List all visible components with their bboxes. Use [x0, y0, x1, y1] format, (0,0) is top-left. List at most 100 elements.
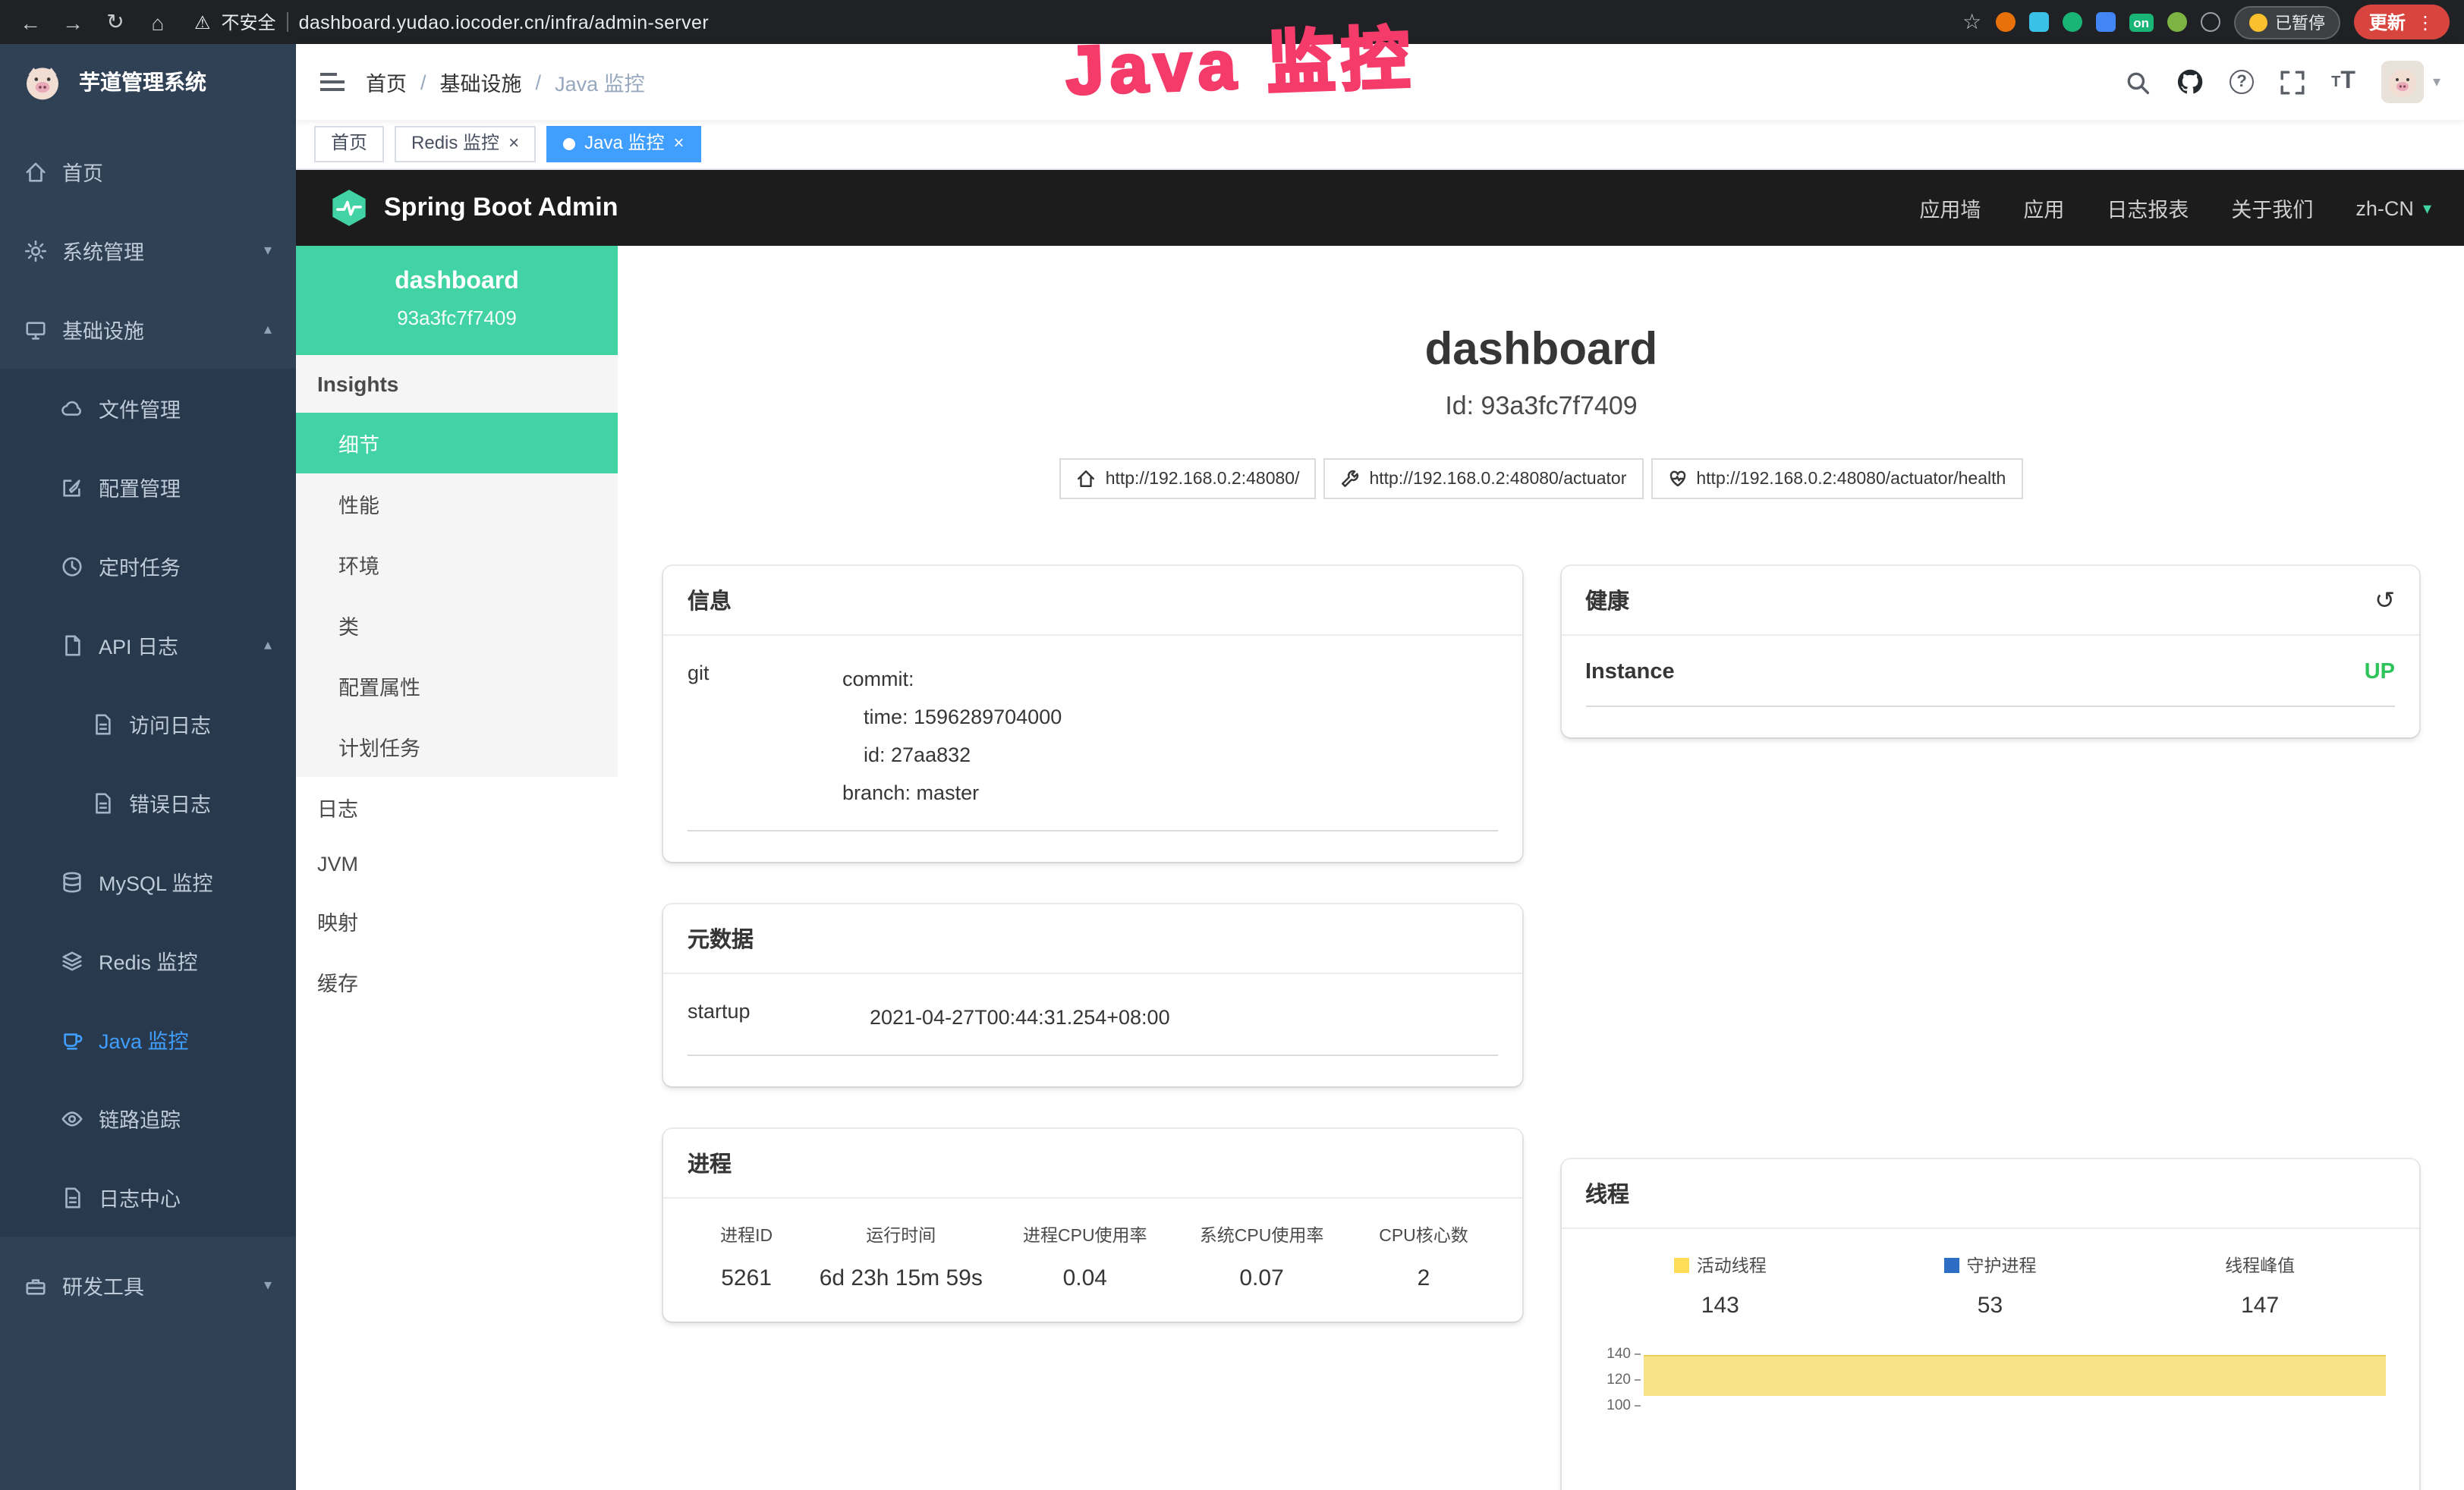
sba-item-classes[interactable]: 类	[296, 595, 618, 655]
extension-icon-4[interactable]	[2095, 12, 2115, 32]
sba-item-mappings[interactable]: 映射	[296, 891, 618, 951]
cloud-icon	[61, 397, 83, 420]
search-icon[interactable]	[2125, 69, 2151, 95]
screen: ← → ↻ ⌂ ⚠ 不安全 dashboard.yudao.iocoder.cn…	[0, 0, 2464, 1490]
sba-item-details[interactable]: 细节	[296, 413, 618, 473]
git-branch-line: branch: master	[842, 774, 1497, 812]
user-avatar[interactable]: ▾	[2381, 61, 2440, 103]
legend-label: 守护进程	[1966, 1253, 2036, 1278]
sidebar-item-error-log[interactable]: 错误日志	[0, 763, 296, 842]
github-icon[interactable]	[2176, 68, 2204, 96]
sidebar-item-redis-monitor[interactable]: Redis 监控	[0, 921, 296, 1000]
fullscreen-icon[interactable]	[2280, 69, 2305, 95]
sidebar-item-java-monitor[interactable]: Java 监控	[0, 1000, 296, 1079]
sidebar-item-access-log[interactable]: 访问日志	[0, 684, 296, 763]
legend-label: 活动线程	[1697, 1253, 1767, 1278]
sidebar-item-config-manage[interactable]: 配置管理	[0, 448, 296, 527]
metadata-startup-row: startup 2021-04-27T00:44:31.254+08:00	[688, 998, 1497, 1056]
health-instance-label: Instance	[1585, 660, 1675, 684]
sidebar-item-label: Redis 监控	[99, 945, 198, 976]
paused-badge[interactable]: 已暂停	[2234, 5, 2340, 39]
pig-logo-icon	[21, 61, 64, 103]
java-monitor-icon	[61, 1028, 83, 1051]
threads-card-title: 线程	[1585, 1177, 1629, 1209]
extension-icon-5[interactable]	[2167, 12, 2187, 32]
sba-item-caches[interactable]: 缓存	[296, 951, 618, 1012]
tab-home[interactable]: 首页	[314, 126, 384, 162]
home-icon	[24, 160, 47, 183]
toolbox-icon	[24, 1274, 47, 1297]
sba-item-jvm[interactable]: JVM	[296, 838, 618, 891]
tab-java-monitor[interactable]: Java 监控 ×	[546, 126, 700, 162]
extension-icon-6[interactable]	[2201, 12, 2220, 32]
reload-button[interactable]: ↻	[100, 9, 131, 35]
sba-item-environment[interactable]: 环境	[296, 534, 618, 595]
history-icon[interactable]: ↺	[2374, 585, 2395, 615]
health-url-link[interactable]: http://192.168.0.2:48080/actuator/health	[1651, 458, 2022, 499]
sidebar-item-log-center[interactable]: 日志中心	[0, 1158, 296, 1237]
sidebar-item-scheduled-job[interactable]: 定时任务	[0, 527, 296, 605]
home-button[interactable]: ⌂	[143, 10, 173, 34]
edit-icon	[61, 476, 83, 498]
extension-icon-2[interactable]	[2028, 12, 2048, 32]
health-instance-row: Instance UP	[1585, 660, 2395, 707]
kebab-menu-icon[interactable]: ⋮	[2416, 11, 2434, 33]
sba-language-select[interactable]: zh-CN ▾	[2355, 196, 2431, 219]
forward-button[interactable]: →	[58, 10, 88, 34]
legend-peak-threads: 线程峰值	[2125, 1253, 2395, 1278]
app-logo[interactable]: 芋道管理系统	[0, 44, 296, 120]
sba-app-header[interactable]: dashboard 93a3fc7f7409	[296, 246, 618, 355]
sba-item-performance[interactable]: 性能	[296, 473, 618, 534]
sidebar-item-tracing[interactable]: 链路追踪	[0, 1079, 296, 1158]
sba-nav-wall[interactable]: 应用墙	[1919, 193, 1981, 223]
breadcrumb-infra[interactable]: 基础设施	[440, 67, 522, 97]
sidebar-item-file-manage[interactable]: 文件管理	[0, 369, 296, 448]
chevron-down-icon: ▾	[264, 1277, 272, 1294]
address-bar[interactable]: ⚠ 不安全 dashboard.yudao.iocoder.cn/infra/a…	[194, 9, 709, 35]
sidebar-item-label: 定时任务	[99, 551, 181, 581]
actuator-url-link[interactable]: http://192.168.0.2:48080/actuator	[1323, 458, 1643, 499]
document-icon	[61, 633, 83, 656]
tab-redis-monitor[interactable]: Redis 监控 ×	[395, 126, 536, 162]
chart-y-axis: 140 120 100	[1585, 1346, 1643, 1490]
extension-icon-3[interactable]	[2062, 12, 2082, 32]
close-icon[interactable]: ×	[508, 132, 519, 156]
app-title: 芋道管理系统	[79, 67, 206, 97]
close-icon[interactable]: ×	[673, 132, 684, 156]
y-tick: 140	[1606, 1346, 1640, 1363]
spring-boot-admin-frame: Spring Boot Admin 应用墙 应用 日志报表 关于我们 zh-CN…	[296, 170, 2464, 1490]
process-metric-label: 运行时间	[805, 1223, 996, 1247]
sba-item-config-props[interactable]: 配置属性	[296, 655, 618, 716]
font-size-icon[interactable]: TT	[2331, 68, 2355, 96]
sidebar-item-dev-tools[interactable]: 研发工具 ▾	[0, 1246, 296, 1325]
sba-nav-journal[interactable]: 日志报表	[2107, 193, 2189, 223]
extension-on-badge[interactable]: on	[2129, 13, 2154, 31]
sidebar-item-mysql-monitor[interactable]: MySQL 监控	[0, 842, 296, 921]
help-icon[interactable]: ?	[2230, 70, 2254, 94]
sba-nav-applications[interactable]: 应用	[2023, 193, 2064, 223]
sba-brand[interactable]: Spring Boot Admin	[329, 188, 618, 228]
service-url-link[interactable]: http://192.168.0.2:48080/	[1060, 458, 1317, 499]
update-button[interactable]: 更新 ⋮	[2354, 5, 2450, 39]
breadcrumb-home[interactable]: 首页	[366, 67, 407, 97]
url-text: dashboard.yudao.iocoder.cn/infra/admin-s…	[299, 11, 710, 33]
extension-icon-1[interactable]	[1995, 12, 2015, 32]
sidebar-item-label: 配置管理	[99, 472, 181, 502]
sidebar-item-system[interactable]: 系统管理 ▾	[0, 211, 296, 290]
sba-item-scheduled-tasks[interactable]: 计划任务	[296, 716, 618, 777]
back-button[interactable]: ←	[15, 10, 46, 34]
breadcrumb-current: Java 监控	[555, 67, 645, 97]
sba-item-logs[interactable]: 日志	[296, 777, 618, 838]
sidebar-item-label: Java 监控	[99, 1024, 189, 1055]
sba-nav-about[interactable]: 关于我们	[2231, 193, 2313, 223]
sidebar-item-infra[interactable]: 基础设施 ▴	[0, 290, 296, 369]
sidebar-item-api-log[interactable]: API 日志 ▴	[0, 605, 296, 684]
sidebar-toggle-icon[interactable]	[320, 73, 345, 91]
bookmark-star-icon[interactable]: ☆	[1962, 9, 1981, 35]
process-card-title: 进程	[688, 1147, 732, 1179]
git-id-line: id: 27aa832	[842, 736, 1497, 774]
breadcrumb: 首页 / 基础设施 / Java 监控	[366, 67, 645, 97]
chart-plot-area	[1643, 1346, 2386, 1490]
sidebar-item-home[interactable]: 首页	[0, 132, 296, 211]
dashboard-cards: 信息 git commit: time: 1596289704000	[663, 566, 2419, 1490]
